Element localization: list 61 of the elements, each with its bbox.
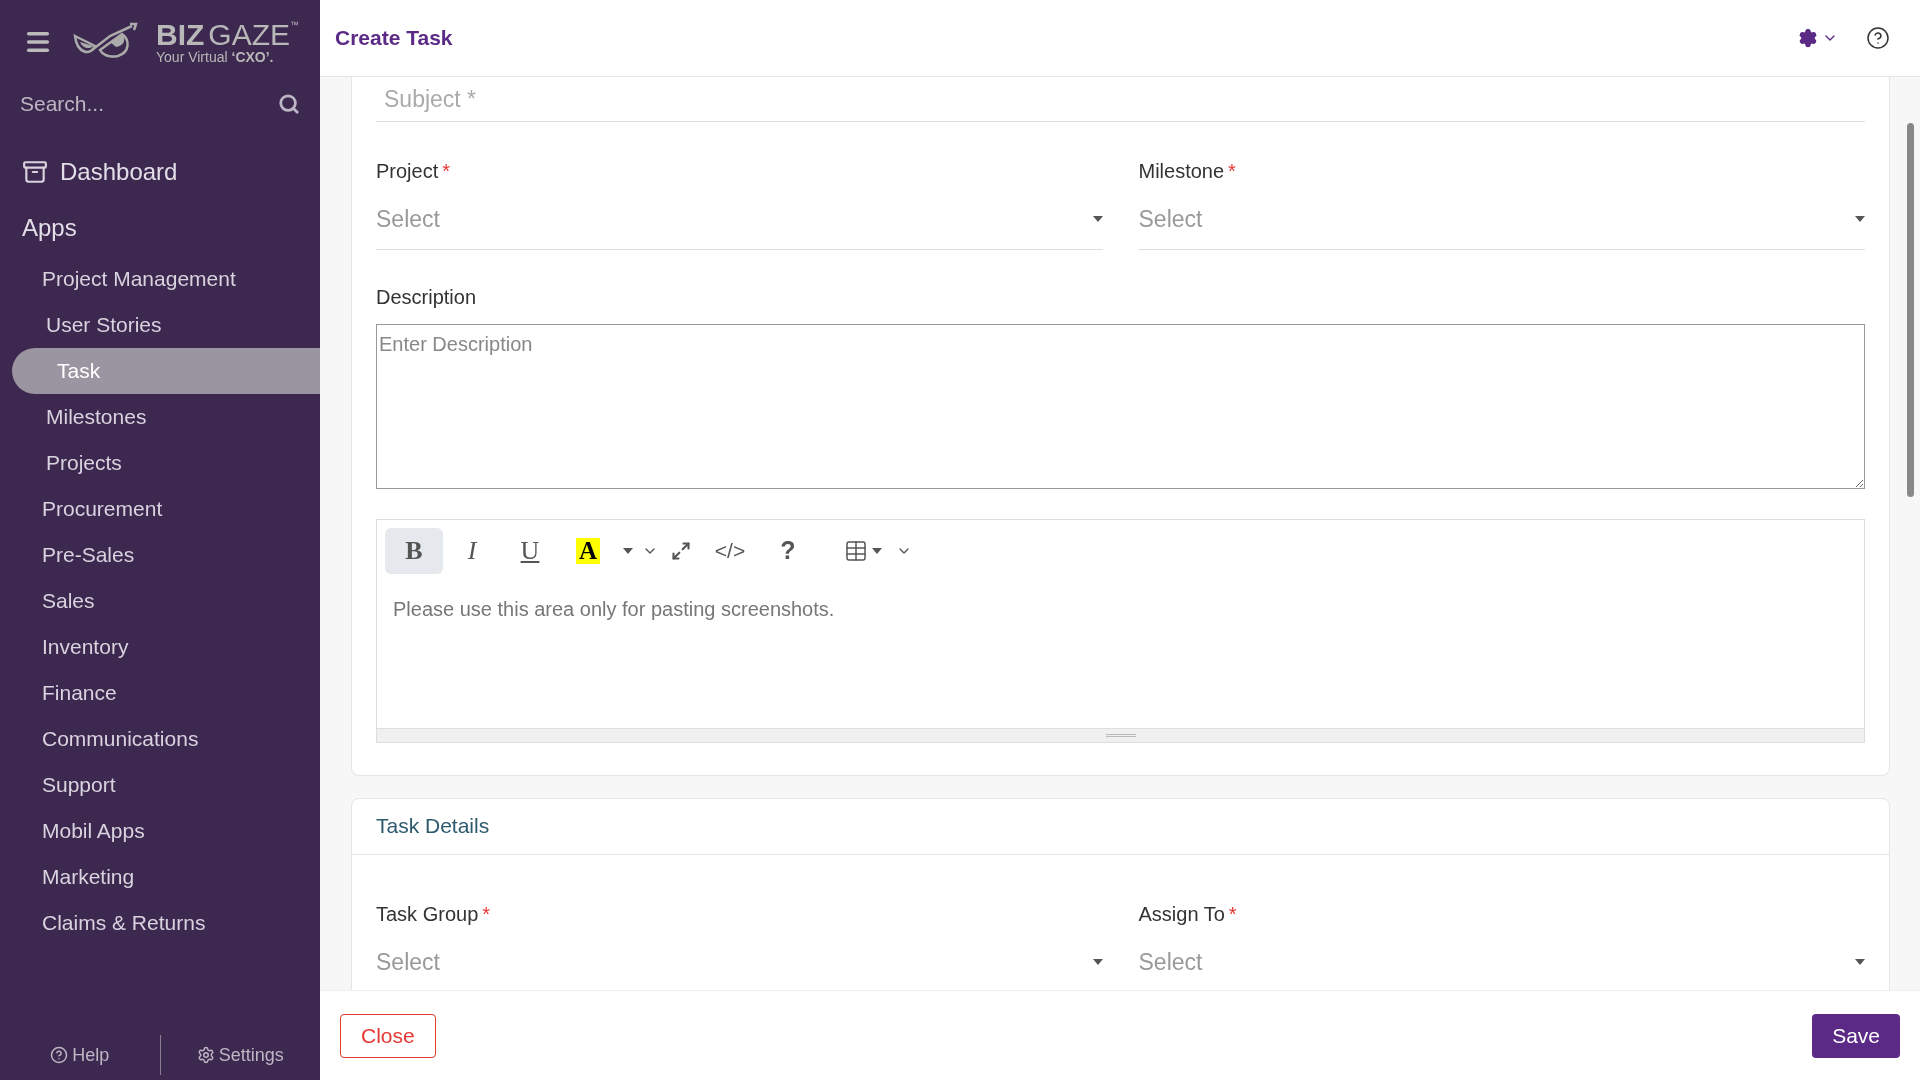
section-heading: Apps [21, 213, 78, 243]
settings-icon [196, 1046, 215, 1064]
subject-field[interactable]: Subject * [376, 77, 1865, 122]
logo-wordmark: GAZE [208, 20, 290, 50]
caret-icon [623, 547, 633, 554]
page-title: Create Task [335, 25, 453, 52]
sidebar-item[interactable]: Inventory [0, 624, 320, 670]
expand-icon [671, 540, 691, 561]
sidebar-item[interactable]: Projects [0, 440, 320, 486]
sidebar-item[interactable]: Sales [0, 578, 320, 624]
caret-icon [872, 547, 882, 554]
help-button[interactable]: ? [759, 527, 817, 574]
sidebar-item[interactable]: Finance [0, 670, 320, 716]
search-field[interactable]: Search... [20, 88, 240, 120]
logo-wordmark-bold: BIZ [156, 20, 205, 50]
sidebar-item[interactable]: Communications [0, 716, 320, 762]
field-label: Task Group [376, 901, 479, 927]
sidebar-item[interactable]: Pre-Sales [0, 532, 320, 578]
required-mark: * [1228, 159, 1236, 184]
field-label: Project [376, 159, 439, 184]
sidebar-item[interactable]: User Stories [0, 302, 320, 348]
scrollbar-thumb[interactable] [1906, 123, 1914, 497]
italic-button[interactable]: I [443, 527, 501, 574]
code-view-button[interactable]: </> [701, 527, 759, 574]
table-icon [844, 538, 868, 563]
sidebar-item[interactable]: Marketing [0, 854, 320, 900]
sidebar-item[interactable]: Procurement [0, 486, 320, 532]
archive-icon [22, 159, 48, 185]
caret-icon [1855, 958, 1865, 965]
sidebar-item[interactable]: Claims & Returns [0, 900, 320, 946]
required-mark: * [1228, 901, 1237, 927]
underline-button[interactable]: U [501, 527, 559, 574]
field-label: Description [376, 284, 478, 310]
bold-button[interactable]: B [385, 527, 443, 574]
editor-placeholder[interactable]: Please use this area only for pasting screenshots. [377, 573, 1864, 728]
section-title: Task Details [352, 798, 1889, 855]
field-label: Assign To [1138, 901, 1225, 927]
help-icon [50, 1046, 69, 1064]
settings-link[interactable]: Settings [160, 1041, 320, 1069]
caret-icon [1092, 958, 1103, 965]
sidebar-item[interactable]: Mobil Apps [0, 808, 320, 854]
search-icon[interactable] [278, 93, 300, 115]
description-field[interactable]: Enter Description [376, 323, 1865, 489]
help-link[interactable]: Help [0, 1041, 160, 1069]
field-label: Milestone [1138, 159, 1225, 184]
help-icon[interactable] [1866, 26, 1890, 50]
settings-icon [1798, 28, 1818, 48]
dashboard-link[interactable]: Dashboard [60, 154, 178, 190]
resize-handle[interactable] [377, 727, 1864, 742]
required-mark: * [482, 901, 491, 927]
logo-tagline: Your Virtual ‘CXO’. [156, 50, 275, 64]
required-mark: * [442, 159, 451, 184]
sidebar-item[interactable]: Support [0, 762, 320, 808]
caret-icon [1855, 216, 1865, 223]
text-color-button[interactable]: A [559, 527, 617, 574]
save-button[interactable]: Save [1812, 1013, 1900, 1058]
trademark-mark: ™ [290, 20, 299, 30]
sidebar-item[interactable]: Milestones [0, 394, 320, 440]
caret-icon [1092, 216, 1103, 223]
sidebar-item[interactable]: Project Management [0, 256, 320, 302]
close-button[interactable]: Close [340, 1013, 436, 1058]
